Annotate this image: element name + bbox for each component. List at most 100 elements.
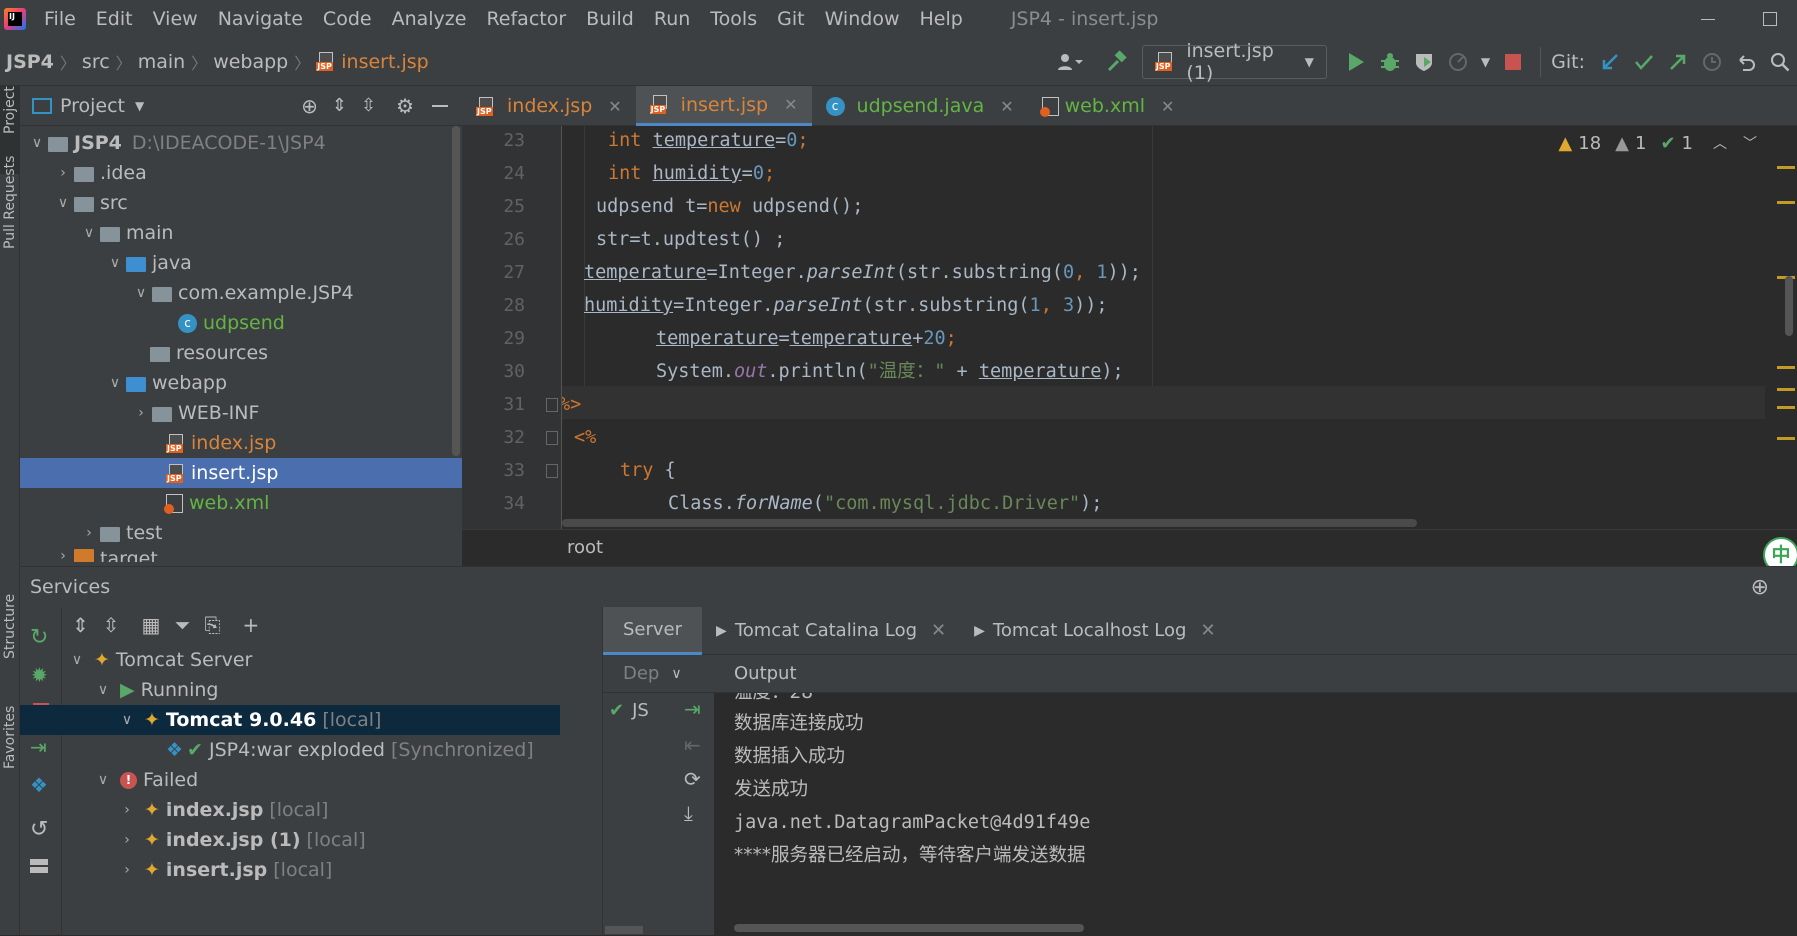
tree-row-root[interactable]: ∨ JSP4 D:\IDEACODE-1\JSP4 <box>20 128 462 158</box>
coverage-icon[interactable] <box>1407 45 1441 79</box>
warning-marker[interactable] <box>1777 166 1795 169</box>
close-icon[interactable]: ✕ <box>608 97 621 116</box>
menu-window[interactable]: Window <box>815 8 910 30</box>
hide-panel-icon[interactable] <box>432 104 448 107</box>
inspection-widget[interactable]: ▲ 18 ▲ 1 ✔ 1 ︿ ﹀ <box>1550 130 1765 156</box>
deployment-header[interactable]: Dep ∨ <box>603 655 714 693</box>
menu-build[interactable]: Build <box>576 8 644 30</box>
project-view-title[interactable]: Project <box>60 95 125 117</box>
chevron-right-icon[interactable]: › <box>52 165 74 181</box>
tab-insert-jsp[interactable]: insert.jsp ✕ <box>635 86 812 126</box>
locate-file-icon[interactable]: ⊕ <box>301 94 318 118</box>
horizontal-scrollbar[interactable] <box>562 519 1417 527</box>
fold-marker-icon[interactable] <box>546 464 558 478</box>
tree-row-index-jsp[interactable]: index.jsp <box>20 428 462 458</box>
filter-icon[interactable]: ⏷ <box>174 613 190 637</box>
tree-row-failed[interactable]: ∨ ! Failed <box>62 765 560 795</box>
artifact-icon[interactable]: ❖ <box>30 773 48 797</box>
warning-marker[interactable] <box>1777 366 1795 369</box>
pull-requests-tool-window-tab[interactable]: Pull Requests <box>0 156 20 301</box>
rollback-icon[interactable] <box>1729 45 1763 79</box>
tree-row-main[interactable]: ∨ main <box>20 218 462 248</box>
tree-row-udpsend[interactable]: c udpsend <box>20 308 462 338</box>
menu-code[interactable]: Code <box>313 8 382 30</box>
output-scrollbar[interactable] <box>734 924 1084 932</box>
tree-row-idea[interactable]: › .idea <box>20 158 462 188</box>
undeploy-icon[interactable]: ⇤ <box>684 733 701 757</box>
chevron-down-icon[interactable]: ∨ <box>92 772 114 788</box>
collapse-all-icon[interactable]: ⇳ <box>103 613 120 637</box>
restart-icon[interactable]: ↻ <box>30 625 48 650</box>
warning-marker[interactable] <box>1777 406 1795 409</box>
deployment-item[interactable]: ✔ JS <box>603 693 687 727</box>
run-configuration-select[interactable]: insert.jsp (1) ▼ <box>1141 40 1327 84</box>
maximize-icon[interactable] <box>1763 12 1777 26</box>
chevron-down-icon[interactable]: ∨ <box>26 135 48 151</box>
chevron-right-icon[interactable]: › <box>116 832 138 848</box>
group-by-icon[interactable]: ▦ <box>142 613 161 637</box>
menu-view[interactable]: View <box>143 8 208 30</box>
tree-row-web-xml[interactable]: web.xml <box>20 488 462 518</box>
close-icon[interactable]: ✕ <box>784 95 797 114</box>
run-icon[interactable] <box>1339 45 1373 79</box>
debug-icon[interactable]: ✹ <box>31 663 48 687</box>
warning-marker[interactable] <box>1777 388 1795 391</box>
fold-marker-icon[interactable] <box>546 431 558 445</box>
tree-row-tomcat-instance[interactable]: ∨ ✦ Tomcat 9.0.46 [local] <box>20 705 560 735</box>
git-update-icon[interactable] <box>1593 45 1627 79</box>
tree-row-resources[interactable]: resources <box>20 338 462 368</box>
tab-web-xml[interactable]: web.xml ✕ <box>1028 86 1189 126</box>
tab-server[interactable]: Server <box>603 606 703 655</box>
minimize-icon[interactable] <box>1701 18 1715 20</box>
download-icon[interactable]: ⤓ <box>684 801 693 825</box>
menu-git[interactable]: Git <box>767 8 814 30</box>
error-stripe[interactable] <box>1765 126 1797 529</box>
expand-all-icon[interactable]: ⇕ <box>332 95 347 116</box>
chevron-down-icon[interactable]: ▼ <box>135 99 144 113</box>
expand-all-icon[interactable]: ⇕ <box>72 613 89 637</box>
warning-marker[interactable] <box>1777 437 1795 440</box>
tab-udpsend-java[interactable]: c udpsend.java ✕ <box>812 86 1028 126</box>
chevron-down-icon[interactable]: ∨ <box>66 652 88 668</box>
tree-row-running[interactable]: ∨ ▶ Running <box>62 675 560 705</box>
build-hammer-icon[interactable] <box>1100 45 1134 79</box>
chevron-down-icon[interactable]: ∨ <box>116 712 138 728</box>
tab-index-jsp[interactable]: index.jsp ✕ <box>462 86 636 126</box>
chevron-down-icon[interactable]: ∨ <box>92 682 114 698</box>
menu-refactor[interactable]: Refactor <box>476 8 576 30</box>
editor-scroll-thumb[interactable] <box>1785 276 1793 336</box>
search-icon[interactable] <box>1763 45 1797 79</box>
breadcrumb-main[interactable]: main <box>138 51 185 73</box>
project-scrollbar[interactable] <box>452 126 460 456</box>
tree-row-insert-jsp[interactable]: insert.jsp <box>20 458 462 488</box>
breadcrumb-src[interactable]: src <box>82 51 110 73</box>
git-push-icon[interactable] <box>1661 45 1695 79</box>
menu-analyze[interactable]: Analyze <box>382 8 477 30</box>
output-log[interactable]: 温度：28 数据库连接成功 数据插入成功 发送成功 java.net.Datag… <box>734 693 1797 936</box>
chevron-right-icon[interactable]: › <box>78 525 100 541</box>
tree-row-src[interactable]: ∨ src <box>20 188 462 218</box>
more-run-options-icon[interactable]: ▼ <box>1481 55 1490 69</box>
refresh-icon[interactable]: ↺ <box>30 817 48 842</box>
menu-run[interactable]: Run <box>644 8 700 30</box>
tab-localhost-log[interactable]: ▶ Tomcat Localhost Log ✕ <box>960 620 1229 641</box>
close-icon[interactable]: ✕ <box>1161 97 1174 116</box>
warning-marker[interactable] <box>1777 201 1795 204</box>
structure-tool-window-tab[interactable]: Structure <box>0 594 20 696</box>
menu-tools[interactable]: Tools <box>700 8 767 30</box>
gear-icon[interactable]: ⚙ <box>396 94 414 118</box>
deployment-scrollbar[interactable] <box>605 926 643 934</box>
tree-row-artifact[interactable]: ❖ ✔ JSP4:war exploded [Synchronized] <box>62 735 560 765</box>
profile-icon[interactable] <box>1441 45 1475 79</box>
chevron-right-icon[interactable]: › <box>52 548 74 562</box>
refresh-icon[interactable]: ⟳ <box>684 767 701 791</box>
tree-row-failed-insert-jsp[interactable]: › ✦ insert.jsp [local] <box>62 855 560 885</box>
menu-file[interactable]: File <box>34 8 86 30</box>
chevron-right-icon[interactable]: › <box>130 405 152 421</box>
fold-marker-icon[interactable] <box>546 398 558 412</box>
git-history-icon[interactable] <box>1695 45 1729 79</box>
collapse-all-icon[interactable]: ⇳ <box>361 95 376 116</box>
chevron-right-icon[interactable]: › <box>116 802 138 818</box>
stop-icon[interactable] <box>1496 45 1530 79</box>
close-icon[interactable]: ✕ <box>931 620 946 641</box>
